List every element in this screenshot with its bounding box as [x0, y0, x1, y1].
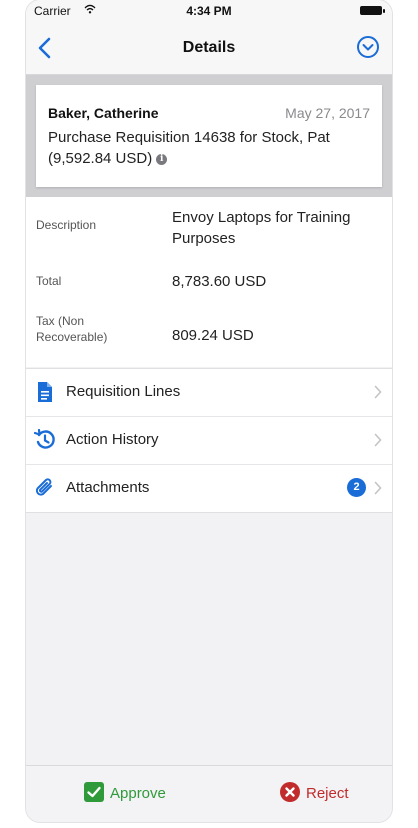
requisition-lines-label: Requisition Lines: [66, 383, 181, 400]
description-label: Description: [36, 218, 97, 232]
attachments-label: Attachments: [66, 479, 150, 496]
details-section: Description Envoy Laptops for Training P…: [26, 197, 392, 367]
description-value: Envoy Laptops for Training Purposes: [172, 209, 351, 247]
requester-name: Baker, Catherine: [48, 105, 159, 121]
chevron-right-icon: [374, 385, 382, 399]
info-icon[interactable]: i: [156, 153, 168, 165]
requisition-title-text: Purchase Requisition 14638 for Stock, Pa…: [48, 129, 330, 167]
battery-icon: [360, 6, 385, 15]
document-icon: [38, 382, 52, 402]
total-label: Total: [36, 274, 62, 288]
attachments-count-badge: 2: [347, 478, 366, 497]
tax-value: 809.24 USD: [172, 327, 254, 344]
action-history-label: Action History: [66, 431, 159, 448]
requisition-title: Purchase Requisition 14638 for Stock, Pa…: [48, 127, 368, 169]
tax-label: Tax (Non Recoverable): [36, 314, 108, 344]
section-list: Requisition Lines Action History Attachm…: [26, 368, 392, 513]
chevron-right-icon: [374, 433, 382, 447]
list-item-requisition-lines[interactable]: Requisition Lines: [26, 369, 392, 416]
status-time: 4:34 PM: [186, 4, 232, 18]
chevron-right-icon: [374, 481, 382, 495]
approve-label: Approve: [110, 785, 166, 802]
chevron-down-circle-icon[interactable]: [356, 35, 380, 59]
total-value: 8,783.60 USD: [172, 273, 267, 290]
reject-label: Reject: [306, 785, 349, 802]
list-item-action-history[interactable]: Action History: [26, 416, 392, 464]
reject-button[interactable]: Reject: [280, 782, 349, 806]
navigation-bar: Details: [26, 22, 392, 75]
status-bar: Carrier 4:34 PM: [26, 0, 392, 22]
summary-section: Baker, Catherine May 27, 2017 Purchase R…: [26, 75, 392, 197]
phone-screen: Carrier 4:34 PM Details Baker, Catherine…: [26, 0, 392, 822]
request-date: May 27, 2017: [285, 105, 370, 121]
history-icon: [34, 429, 55, 449]
page-title: Details: [182, 39, 236, 56]
summary-card: Baker, Catherine May 27, 2017 Purchase R…: [36, 85, 382, 187]
check-icon: [84, 782, 104, 802]
approve-button[interactable]: Approve: [84, 782, 166, 806]
close-circle-icon: [280, 782, 300, 802]
list-item-attachments[interactable]: Attachments 2: [26, 464, 392, 512]
paperclip-icon: [35, 478, 52, 496]
bottom-toolbar: Approve Reject: [26, 765, 392, 822]
